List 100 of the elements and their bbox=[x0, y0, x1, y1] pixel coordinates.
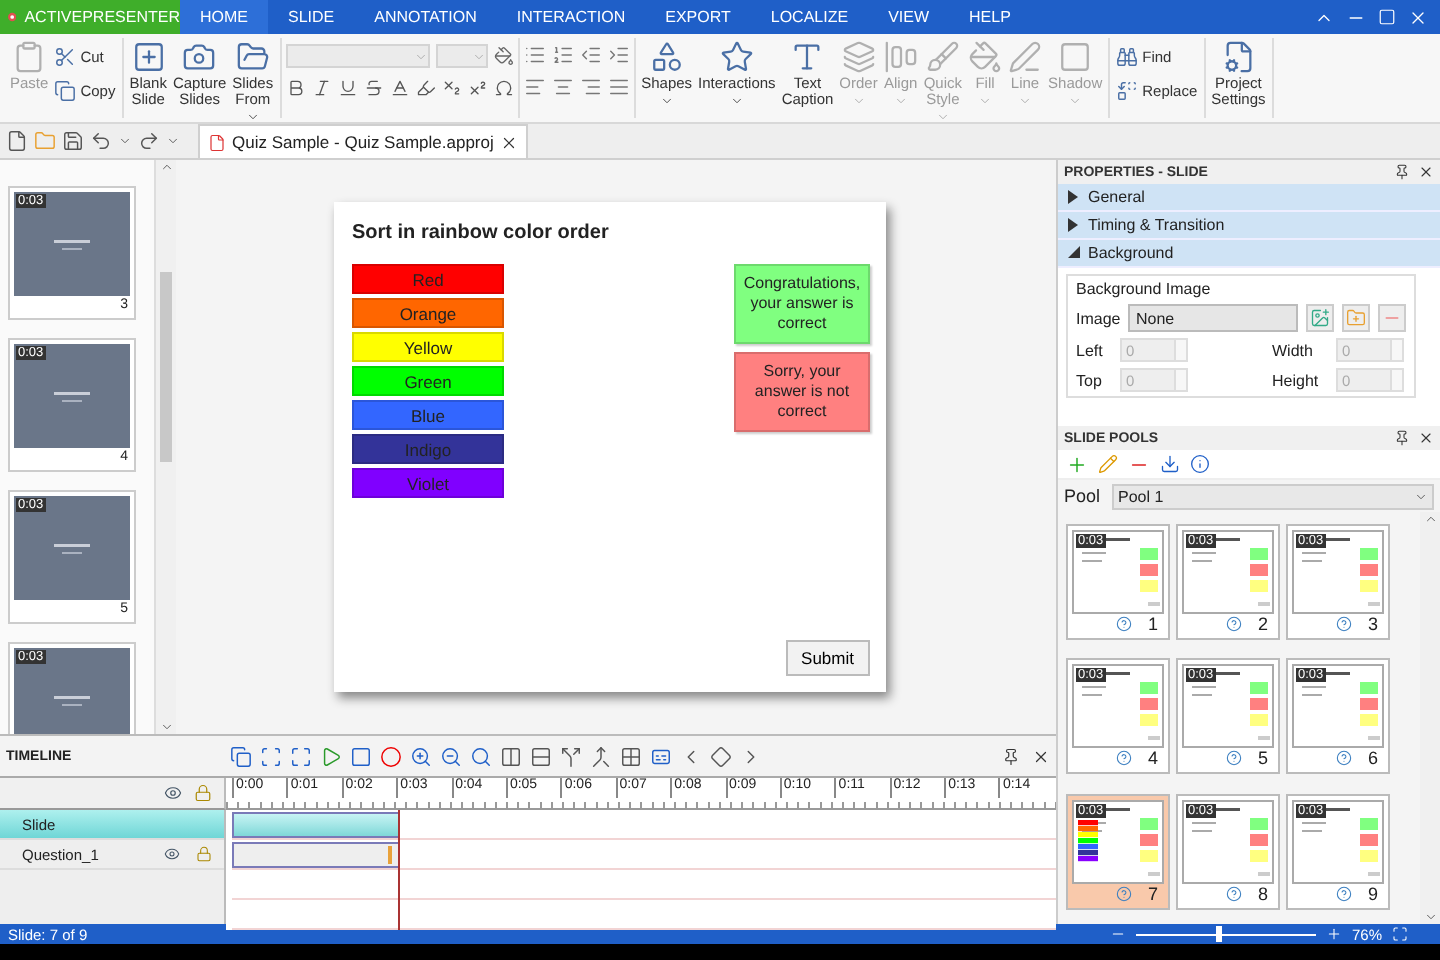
undo-icon[interactable] bbox=[90, 130, 112, 152]
outdent-icon[interactable] bbox=[579, 44, 602, 66]
expand-arrow-icon[interactable] bbox=[1068, 246, 1080, 260]
image-field[interactable]: None bbox=[1128, 304, 1298, 332]
section-header[interactable]: Background bbox=[1058, 240, 1440, 268]
scroll-up-icon[interactable] bbox=[1423, 512, 1437, 526]
fit-icon[interactable] bbox=[1392, 926, 1408, 942]
pin-icon[interactable] bbox=[1002, 747, 1020, 765]
caret-icon[interactable] bbox=[659, 94, 674, 108]
indent-icon[interactable] bbox=[607, 44, 630, 66]
expand-arrow-icon[interactable] bbox=[1068, 190, 1080, 204]
info-icon[interactable] bbox=[1190, 454, 1210, 474]
blank-slide-icon[interactable] bbox=[131, 40, 166, 74]
document-tab[interactable]: Quiz Sample - Quiz Sample.approj bbox=[198, 124, 528, 158]
columns-icon[interactable] bbox=[500, 745, 522, 767]
sort-item[interactable]: Green bbox=[352, 366, 504, 396]
eye-icon[interactable] bbox=[164, 846, 180, 862]
menu-tab[interactable]: HELP bbox=[949, 0, 1031, 34]
scroll-down-icon[interactable] bbox=[1423, 910, 1437, 924]
close-icon[interactable] bbox=[499, 133, 518, 151]
search-icon[interactable] bbox=[470, 745, 492, 767]
eye-icon[interactable] bbox=[164, 784, 182, 802]
caret-icon[interactable] bbox=[729, 94, 744, 108]
superscript-icon[interactable] bbox=[467, 78, 488, 98]
submit-button[interactable]: Submit bbox=[785, 640, 870, 676]
close-icon[interactable] bbox=[1032, 747, 1050, 765]
italic-icon[interactable] bbox=[311, 78, 332, 98]
caret-icon[interactable] bbox=[166, 134, 180, 148]
download-icon[interactable] bbox=[1160, 454, 1180, 474]
close-icon[interactable] bbox=[1418, 164, 1434, 180]
omega-icon[interactable] bbox=[493, 78, 514, 98]
text-caption-icon[interactable] bbox=[790, 40, 825, 74]
replace-icon[interactable] bbox=[1116, 80, 1139, 102]
split-icon[interactable] bbox=[560, 745, 582, 767]
save-icon[interactable] bbox=[62, 130, 84, 152]
camera-icon[interactable] bbox=[182, 40, 217, 74]
star-icon[interactable] bbox=[719, 40, 754, 74]
timeline-clip[interactable] bbox=[232, 841, 400, 867]
binoculars-icon[interactable] bbox=[1116, 46, 1139, 68]
fit-icon[interactable] bbox=[290, 745, 312, 767]
strikethrough-icon[interactable] bbox=[363, 78, 384, 98]
scissors-icon[interactable] bbox=[54, 46, 77, 68]
caret-icon[interactable] bbox=[118, 134, 132, 148]
highlighter-icon[interactable] bbox=[415, 78, 436, 98]
merge-icon[interactable] bbox=[590, 745, 612, 767]
numbered-list-icon[interactable] bbox=[551, 44, 574, 66]
grid-icon[interactable] bbox=[620, 745, 642, 767]
scroll-down-icon[interactable] bbox=[159, 720, 173, 734]
align-center-icon[interactable] bbox=[551, 76, 574, 98]
pin-icon[interactable] bbox=[1394, 164, 1410, 180]
play-icon[interactable] bbox=[320, 745, 342, 767]
lock-icon[interactable] bbox=[194, 784, 212, 802]
copy-icon[interactable] bbox=[54, 80, 77, 102]
redo-icon[interactable] bbox=[138, 130, 160, 152]
frame-icon[interactable] bbox=[260, 745, 282, 767]
menu-tab[interactable]: ANNOTATION bbox=[354, 0, 497, 34]
clear-format-icon[interactable] bbox=[493, 46, 514, 66]
record-icon[interactable] bbox=[380, 745, 402, 767]
menu-tab[interactable]: EXPORT bbox=[645, 0, 751, 34]
menu-tab[interactable]: HOME bbox=[180, 0, 268, 34]
new-file-icon[interactable] bbox=[6, 130, 28, 152]
zoom-out-icon[interactable] bbox=[440, 745, 462, 767]
font-color-icon[interactable] bbox=[389, 78, 410, 98]
underline-icon[interactable] bbox=[337, 78, 358, 98]
stop-icon[interactable] bbox=[350, 745, 372, 767]
menu-tab[interactable]: INTERACTION bbox=[496, 0, 646, 34]
shapes-icon[interactable] bbox=[649, 40, 684, 74]
section-header[interactable]: Timing & Transition bbox=[1058, 212, 1440, 240]
scroll-up-icon[interactable] bbox=[159, 160, 173, 174]
menu-tab[interactable]: LOCALIZE bbox=[750, 0, 869, 34]
pool-select[interactable]: Pool 1 bbox=[1112, 483, 1434, 509]
zoom-in-icon[interactable] bbox=[1325, 926, 1342, 942]
section-header[interactable]: General bbox=[1058, 184, 1440, 212]
slider-thumb[interactable] bbox=[1216, 925, 1223, 941]
zoom-in-icon[interactable] bbox=[410, 745, 432, 767]
align-left-icon[interactable] bbox=[523, 76, 546, 98]
rows-icon[interactable] bbox=[530, 745, 552, 767]
menu-tab[interactable]: VIEW bbox=[868, 0, 950, 34]
justify-icon[interactable] bbox=[607, 76, 630, 98]
caret-icon[interactable] bbox=[245, 110, 260, 124]
expand-arrow-icon[interactable] bbox=[1068, 218, 1080, 232]
lock-icon[interactable] bbox=[196, 846, 212, 862]
gear-document-icon[interactable] bbox=[1221, 40, 1256, 74]
subscript-icon[interactable] bbox=[441, 78, 462, 98]
scrollbar[interactable] bbox=[1420, 512, 1440, 924]
sort-item[interactable]: Red bbox=[352, 264, 504, 294]
keyframe-icon[interactable] bbox=[710, 745, 732, 767]
sort-item[interactable]: Yellow bbox=[352, 332, 504, 362]
pin-icon[interactable] bbox=[1394, 430, 1410, 446]
copy-icon[interactable] bbox=[230, 745, 252, 767]
folder-icon[interactable] bbox=[235, 40, 270, 74]
maximize-icon[interactable] bbox=[1378, 7, 1396, 25]
close-icon[interactable] bbox=[1408, 7, 1428, 27]
menu-tab[interactable]: SLIDE bbox=[268, 0, 355, 34]
scrollbar[interactable] bbox=[156, 160, 176, 734]
bold-icon[interactable] bbox=[285, 78, 306, 98]
captions-icon[interactable] bbox=[650, 745, 672, 767]
timeline-clip[interactable] bbox=[232, 811, 400, 837]
sort-item[interactable]: Orange bbox=[352, 298, 504, 328]
close-icon[interactable] bbox=[1418, 430, 1434, 446]
